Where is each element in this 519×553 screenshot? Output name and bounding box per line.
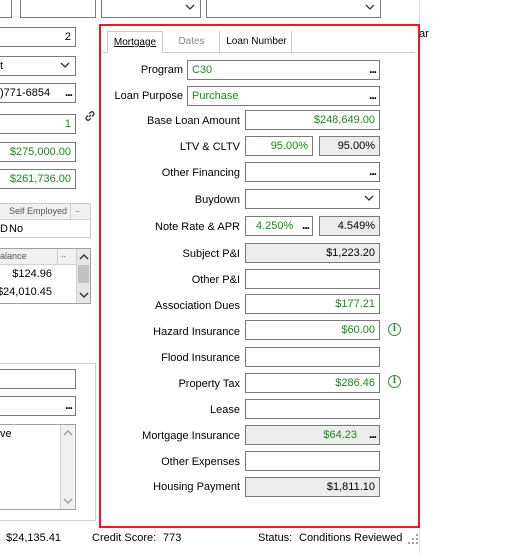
- employment-more-button[interactable]: ..: [75, 204, 80, 214]
- loan-purpose-label: Loan Purpose: [114, 90, 184, 102]
- housing-payment-field: $1,811.10: [245, 477, 380, 497]
- employment-header-row: Self Employed ..: [0, 204, 90, 220]
- balance-header-row: alance ..: [0, 249, 76, 265]
- mortgage-insurance-field[interactable]: $64.23 ...: [245, 425, 380, 445]
- loan-purpose-field[interactable]: Purchase ...: [187, 86, 380, 106]
- employment-left-value: D: [0, 223, 8, 235]
- left-select[interactable]: t: [0, 56, 76, 76]
- note-rate-label: Note Rate & APR: [155, 221, 240, 233]
- property-tax-field[interactable]: $286.46: [245, 373, 380, 393]
- tab-loan-number[interactable]: Loan Number: [222, 31, 292, 53]
- memo-field-1[interactable]: [0, 369, 76, 389]
- header-divider: [70, 204, 71, 220]
- employment-grid: Self Employed .. D No: [0, 203, 91, 238]
- header-divider: [57, 249, 58, 265]
- subject-pi-label: Subject P&I: [182, 248, 240, 260]
- other-pi-field[interactable]: [245, 269, 380, 289]
- other-financing-field[interactable]: ...: [245, 162, 380, 182]
- hazard-insurance-label: Hazard Insurance: [153, 326, 240, 338]
- buydown-select[interactable]: [245, 189, 380, 209]
- memo-field-2[interactable]: ...: [0, 396, 76, 416]
- program-field[interactable]: C30 ...: [187, 60, 380, 80]
- base-loan-field[interactable]: $248,649.00: [245, 110, 380, 130]
- link-icon[interactable]: [83, 109, 97, 123]
- balance-scrollbar[interactable]: [76, 249, 90, 303]
- lease-field[interactable]: [245, 399, 380, 419]
- other-financing-more-button[interactable]: ...: [369, 164, 377, 178]
- status-total: $24,135.41: [6, 532, 62, 544]
- scroll-down-icon[interactable]: [63, 497, 73, 505]
- small-value-field[interactable]: 1: [0, 114, 76, 134]
- scroll-up-icon[interactable]: [63, 429, 73, 437]
- amount-field-1[interactable]: $275,000.00: [0, 142, 76, 162]
- chevron-down-icon: [60, 62, 70, 68]
- ltv-label: LTV & CLTV: [179, 141, 240, 153]
- mortgage-insurance-label: Mortgage Insurance: [142, 430, 240, 442]
- top-select-2[interactable]: [206, 0, 381, 18]
- other-expenses-field[interactable]: [245, 451, 380, 471]
- note-rate-more-button[interactable]: ...: [302, 218, 310, 232]
- base-loan-label: Base Loan Amount: [147, 115, 240, 127]
- other-financing-label: Other Financing: [161, 167, 240, 179]
- more-button[interactable]: ...: [65, 85, 73, 99]
- memo-text: ve: [0, 428, 12, 440]
- top-select[interactable]: [101, 0, 201, 18]
- amount-field-2[interactable]: $261,736.00: [0, 169, 76, 189]
- balance-row-1[interactable]: $124.96: [12, 268, 52, 280]
- balance-row-2[interactable]: $24,010.45: [0, 286, 52, 298]
- program-more-button[interactable]: ...: [369, 62, 377, 76]
- employment-header: Self Employed: [9, 206, 68, 216]
- balance-list[interactable]: alance .. $124.96 $24,010.45: [0, 248, 91, 304]
- tab-mortgage[interactable]: Mortgage: [107, 31, 163, 53]
- property-tax-info-icon[interactable]: i: [388, 375, 401, 388]
- memo-textarea[interactable]: ve: [0, 424, 76, 510]
- tab-dates[interactable]: Dates: [164, 31, 220, 53]
- other-expenses-label: Other Expenses: [161, 456, 240, 468]
- hazard-insurance-field[interactable]: $60.00: [245, 320, 380, 340]
- lease-label: Lease: [210, 404, 240, 416]
- resize-grip-icon[interactable]: [408, 534, 419, 545]
- subject-pi-field: $1,223.20: [245, 243, 380, 263]
- count-field[interactable]: 2: [0, 27, 76, 47]
- association-dues-label: Association Dues: [155, 300, 240, 312]
- note-rate-field[interactable]: 4.250% ...: [245, 216, 313, 236]
- scroll-up-icon[interactable]: [79, 253, 89, 261]
- status-label: Status:: [258, 532, 293, 544]
- property-tax-label: Property Tax: [178, 378, 240, 390]
- hazard-info-icon[interactable]: i: [388, 323, 401, 336]
- program-label: Program: [140, 64, 183, 76]
- loan-purpose-more-button[interactable]: ...: [369, 88, 377, 102]
- balance-more-button[interactable]: ..: [61, 249, 66, 259]
- flood-insurance-field[interactable]: [245, 347, 380, 367]
- status-value: Conditions Reviewed: [299, 532, 403, 544]
- right-edge-text: ar: [419, 28, 429, 40]
- scroll-down-icon[interactable]: [79, 291, 89, 299]
- chevron-down-icon: [365, 4, 375, 10]
- apr-field: 4.549%: [319, 216, 380, 236]
- top-field-1[interactable]: [0, 0, 12, 18]
- ltv-field[interactable]: 95.00%: [245, 136, 313, 156]
- phone-field[interactable]: )771-6854 ...: [0, 83, 76, 103]
- employment-value[interactable]: No: [9, 223, 23, 235]
- chevron-down-icon: [364, 195, 374, 201]
- cltv-field: 95.00%: [319, 136, 380, 156]
- buydown-label: Buydown: [194, 194, 240, 206]
- credit-score-value: 773: [163, 532, 182, 544]
- flood-insurance-label: Flood Insurance: [161, 352, 240, 364]
- balance-header: alance: [0, 251, 27, 261]
- top-field-2[interactable]: [20, 0, 96, 18]
- association-dues-field[interactable]: $177.21: [245, 294, 380, 314]
- credit-score-label: Credit Score:: [92, 532, 157, 544]
- chevron-down-icon: [185, 4, 195, 10]
- scroll-thumb[interactable]: [78, 265, 89, 283]
- more-button[interactable]: ...: [65, 398, 73, 412]
- other-pi-label: Other P&I: [191, 274, 240, 286]
- mortgage-insurance-more-button[interactable]: ...: [369, 427, 377, 441]
- housing-payment-label: Housing Payment: [153, 481, 240, 493]
- memo-scrollbar[interactable]: [60, 425, 74, 509]
